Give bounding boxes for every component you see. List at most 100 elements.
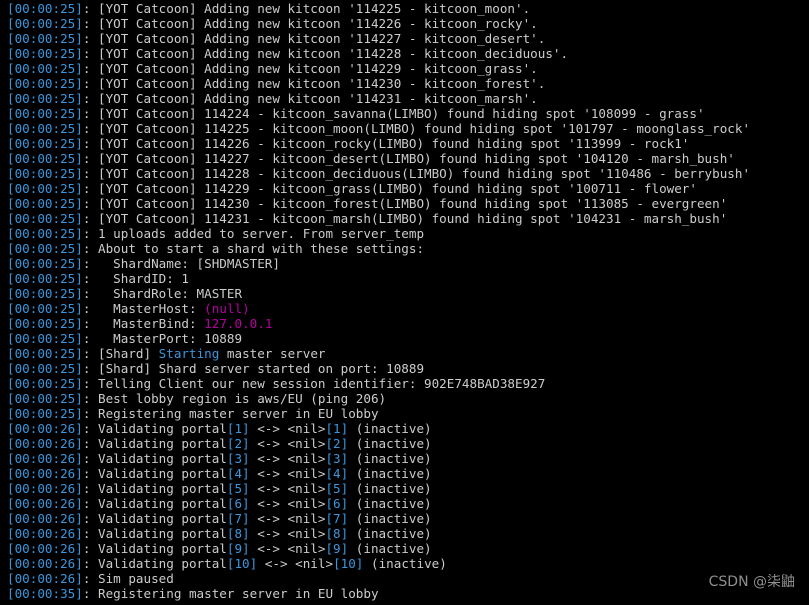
log-line: [00:00:25]: Telling Client our new sessi… xyxy=(7,376,750,391)
log-message: : [YOT Catcoon] 114224 - kitcoon_savanna… xyxy=(82,106,705,121)
log-highlight: [6] xyxy=(325,496,349,511)
log-message: : [Shard] xyxy=(82,346,159,361)
log-message: master server xyxy=(219,346,326,361)
log-line: [00:00:25]: [YOT Catcoon] Adding new kit… xyxy=(7,16,750,31)
log-timestamp: [00:00:25] xyxy=(7,166,83,181)
log-timestamp: [00:00:25] xyxy=(7,181,83,196)
log-message: (inactive) xyxy=(348,541,432,556)
log-message: : Validating portal xyxy=(82,436,227,451)
terminal-window[interactable]: [00:00:25]: [YOT Catcoon] Adding new kit… xyxy=(0,0,809,605)
log-line: [00:00:25]: [YOT Catcoon] 114229 - kitco… xyxy=(7,181,750,196)
log-timestamp: [00:00:25] xyxy=(7,61,83,76)
log-timestamp: [00:00:26] xyxy=(7,541,83,556)
log-message: (inactive) xyxy=(348,496,432,511)
log-timestamp: [00:00:25] xyxy=(7,406,83,421)
log-message: <-> <nil> xyxy=(249,541,326,556)
log-timestamp: [00:00:25] xyxy=(7,1,83,16)
log-highlight: [5] xyxy=(226,481,250,496)
log-message: : About to start a shard with these sett… xyxy=(82,241,425,256)
log-line: [00:00:26]: Validating portal[3] <-> <ni… xyxy=(7,451,750,466)
log-message: : Validating portal xyxy=(82,511,227,526)
log-message: : MasterBind: xyxy=(82,316,205,331)
log-timestamp: [00:00:26] xyxy=(7,421,83,436)
log-message: : [YOT Catcoon] 114231 - kitcoon_marsh(L… xyxy=(82,211,728,226)
log-line: [00:00:25]: ShardRole: MASTER xyxy=(7,286,750,301)
log-message: <-> <nil> xyxy=(249,466,326,481)
log-timestamp: [00:00:25] xyxy=(7,346,83,361)
log-highlight: Starting xyxy=(158,346,220,361)
log-line: [00:00:25]: MasterPort: 10889 xyxy=(7,331,750,346)
log-timestamp: [00:00:25] xyxy=(7,16,83,31)
log-highlight: [9] xyxy=(226,541,250,556)
log-highlight: [4] xyxy=(226,466,250,481)
log-message: : Validating portal xyxy=(82,466,227,481)
log-timestamp: [00:00:26] xyxy=(7,526,83,541)
log-line: [00:00:25]: ShardName: [SHDMASTER] xyxy=(7,256,750,271)
log-message: : [YOT Catcoon] 114228 - kitcoon_deciduo… xyxy=(82,166,751,181)
log-message: : ShardID: 1 xyxy=(82,271,189,286)
log-message: (inactive) xyxy=(348,466,432,481)
log-message: : [YOT Catcoon] Adding new kitcoon '1142… xyxy=(82,61,538,76)
log-message: <-> <nil> xyxy=(249,451,326,466)
log-line: [00:00:25]: [YOT Catcoon] 114231 - kitco… xyxy=(7,211,750,226)
log-message: : Validating portal xyxy=(82,451,227,466)
log-message: : MasterHost: xyxy=(82,301,205,316)
log-timestamp: [00:00:25] xyxy=(7,76,83,91)
log-message: <-> <nil> xyxy=(249,496,326,511)
log-highlight: [3] xyxy=(226,451,250,466)
log-line: [00:00:25]: [YOT Catcoon] Adding new kit… xyxy=(7,1,750,16)
log-line: [00:00:25]: [YOT Catcoon] Adding new kit… xyxy=(7,61,750,76)
log-message: : Validating portal xyxy=(82,481,227,496)
log-line: [00:00:26]: Validating portal[9] <-> <ni… xyxy=(7,541,750,556)
log-line: [00:00:25]: [YOT Catcoon] 114230 - kitco… xyxy=(7,196,750,211)
log-message: (inactive) xyxy=(348,481,432,496)
log-timestamp: [00:00:25] xyxy=(7,256,83,271)
log-timestamp: [00:00:26] xyxy=(7,436,83,451)
log-line: [00:00:25]: About to start a shard with … xyxy=(7,241,750,256)
log-message: <-> <nil> xyxy=(257,556,334,571)
log-highlight: [2] xyxy=(325,436,349,451)
log-message: : [YOT Catcoon] Adding new kitcoon '1142… xyxy=(82,91,538,106)
log-message: : Validating portal xyxy=(82,541,227,556)
log-line: [00:00:26]: Validating portal[4] <-> <ni… xyxy=(7,466,750,481)
log-highlight: [4] xyxy=(325,466,349,481)
log-message: <-> <nil> xyxy=(249,481,326,496)
log-message: (inactive) xyxy=(348,436,432,451)
log-highlight: [8] xyxy=(325,526,349,541)
log-timestamp: [00:00:25] xyxy=(7,331,83,346)
log-message: : Best lobby region is aws/EU (ping 206) xyxy=(82,391,387,406)
log-line: [00:00:26]: Sim paused xyxy=(7,571,750,586)
log-timestamp: [00:00:25] xyxy=(7,151,83,166)
log-timestamp: [00:00:25] xyxy=(7,91,83,106)
log-highlight: (null) xyxy=(204,301,250,316)
log-message: : [YOT Catcoon] Adding new kitcoon '1142… xyxy=(82,76,546,91)
log-highlight: [10] xyxy=(333,556,364,571)
log-message: : Validating portal xyxy=(82,526,227,541)
log-timestamp: [00:00:25] xyxy=(7,316,83,331)
log-message: : [YOT Catcoon] Adding new kitcoon '1142… xyxy=(82,46,569,61)
log-timestamp: [00:00:25] xyxy=(7,196,83,211)
log-timestamp: [00:00:25] xyxy=(7,286,83,301)
log-timestamp: [00:00:25] xyxy=(7,46,83,61)
log-line: [00:00:35]: Registering master server in… xyxy=(7,586,750,601)
log-line: [00:00:25]: [YOT Catcoon] 114226 - kitco… xyxy=(7,136,750,151)
log-timestamp: [00:00:25] xyxy=(7,361,83,376)
log-line: [00:00:25]: [YOT Catcoon] Adding new kit… xyxy=(7,46,750,61)
log-message: : Sim paused xyxy=(82,571,174,586)
log-timestamp: [00:00:26] xyxy=(7,496,83,511)
log-message: : Validating portal xyxy=(82,556,227,571)
log-message: (inactive) xyxy=(363,556,447,571)
log-message: : Validating portal xyxy=(82,496,227,511)
log-message: (inactive) xyxy=(348,511,432,526)
log-timestamp: [00:00:26] xyxy=(7,511,83,526)
log-line: [00:00:26]: Validating portal [10] <-> <n… xyxy=(7,556,750,571)
log-message: <-> <nil> xyxy=(249,421,326,436)
log-line: [00:00:25]: [YOT Catcoon] 114227 - kitco… xyxy=(7,151,750,166)
log-message: : Registering master server in EU lobby xyxy=(82,406,379,421)
log-message: <-> <nil> xyxy=(249,436,326,451)
log-line: [00:00:25]: [YOT Catcoon] Adding new kit… xyxy=(7,91,750,106)
watermark: CSDN @柒鼬 xyxy=(708,574,795,590)
log-highlight: [5] xyxy=(325,481,349,496)
log-timestamp: [00:00:26] xyxy=(7,556,83,571)
log-message: : [YOT Catcoon] 114227 - kitcoon_desert(… xyxy=(82,151,735,166)
